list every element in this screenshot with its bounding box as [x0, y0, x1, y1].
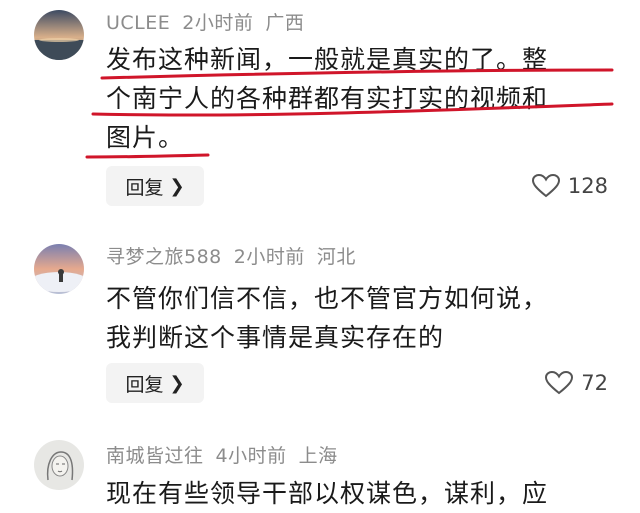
comment-item-2: 寻梦之旅588 2小时前 河北 不管你们信不信，也不管官方如何说， 我判断这个事情是… — [0, 232, 640, 422]
comment-text: 发布这种新闻，一般就是真实的了。整 个南宁人的各种群都有实打实的视频和 图片。 — [106, 40, 606, 157]
comment-item-3: 南城皆过往 4小时前 上海 现在有些领导干部以权谋色，谋利，应 — [0, 430, 640, 513]
reply-button[interactable]: 回复 ❯ — [106, 363, 204, 403]
avatar[interactable] — [34, 244, 84, 294]
chevron-right-icon: ❯ — [169, 372, 185, 394]
username[interactable]: 南城皆过往 — [106, 445, 204, 467]
chevron-right-icon: ❯ — [169, 175, 185, 197]
reply-button[interactable]: 回复 ❯ — [106, 166, 204, 206]
location: 广西 — [265, 12, 305, 34]
like-button[interactable]: 72 — [545, 363, 608, 403]
avatar[interactable] — [34, 10, 84, 60]
heart-icon — [545, 371, 574, 395]
comment-item-1: UCLEE 2小时前 广西 发布这种新闻，一般就是真实的了。整 个南宁人的各种群都有… — [0, 0, 640, 215]
timestamp: 2小时前 — [233, 246, 305, 268]
avatar-sketch-girl-image — [34, 440, 84, 490]
location: 河北 — [316, 246, 356, 268]
location: 上海 — [298, 445, 338, 467]
comment-meta: 南城皆过往 4小时前 上海 — [106, 441, 350, 468]
like-count: 128 — [567, 174, 608, 198]
comment-line: 个南宁人的各种群都有实打实的视频和 — [106, 84, 549, 113]
comment-line: 图片。 — [106, 123, 185, 152]
like-count: 72 — [581, 371, 608, 395]
reply-label: 回复 — [125, 373, 164, 396]
avatar[interactable] — [34, 440, 84, 490]
comment-meta: UCLEE 2小时前 广西 — [106, 8, 316, 35]
comment-text: 现在有些领导干部以权谋色，谋利，应 — [106, 474, 606, 513]
username[interactable]: 寻梦之旅588 — [106, 246, 222, 268]
reply-label: 回复 — [125, 176, 164, 199]
comment-meta: 寻梦之旅588 2小时前 河北 — [106, 242, 368, 269]
comment-text: 不管你们信不信，也不管官方如何说， 我判断这个事情是真实存在的 — [106, 279, 606, 357]
avatar-sunset-lake-image — [34, 10, 84, 60]
comment-line: 不管你们信不信，也不管官方如何说， — [106, 284, 549, 313]
comment-line: 发布这种新闻，一般就是真实的了。整 — [106, 45, 549, 74]
avatar-person-clouds-image — [34, 244, 84, 294]
username[interactable]: UCLEE — [106, 12, 170, 34]
comment-line: 现在有些领导干部以权谋色，谋利，应 — [106, 479, 549, 508]
like-button[interactable]: 128 — [531, 166, 608, 206]
timestamp: 4小时前 — [215, 445, 287, 467]
heart-icon — [531, 174, 560, 198]
comment-line: 我判断这个事情是真实存在的 — [106, 323, 445, 352]
timestamp: 2小时前 — [182, 12, 254, 34]
